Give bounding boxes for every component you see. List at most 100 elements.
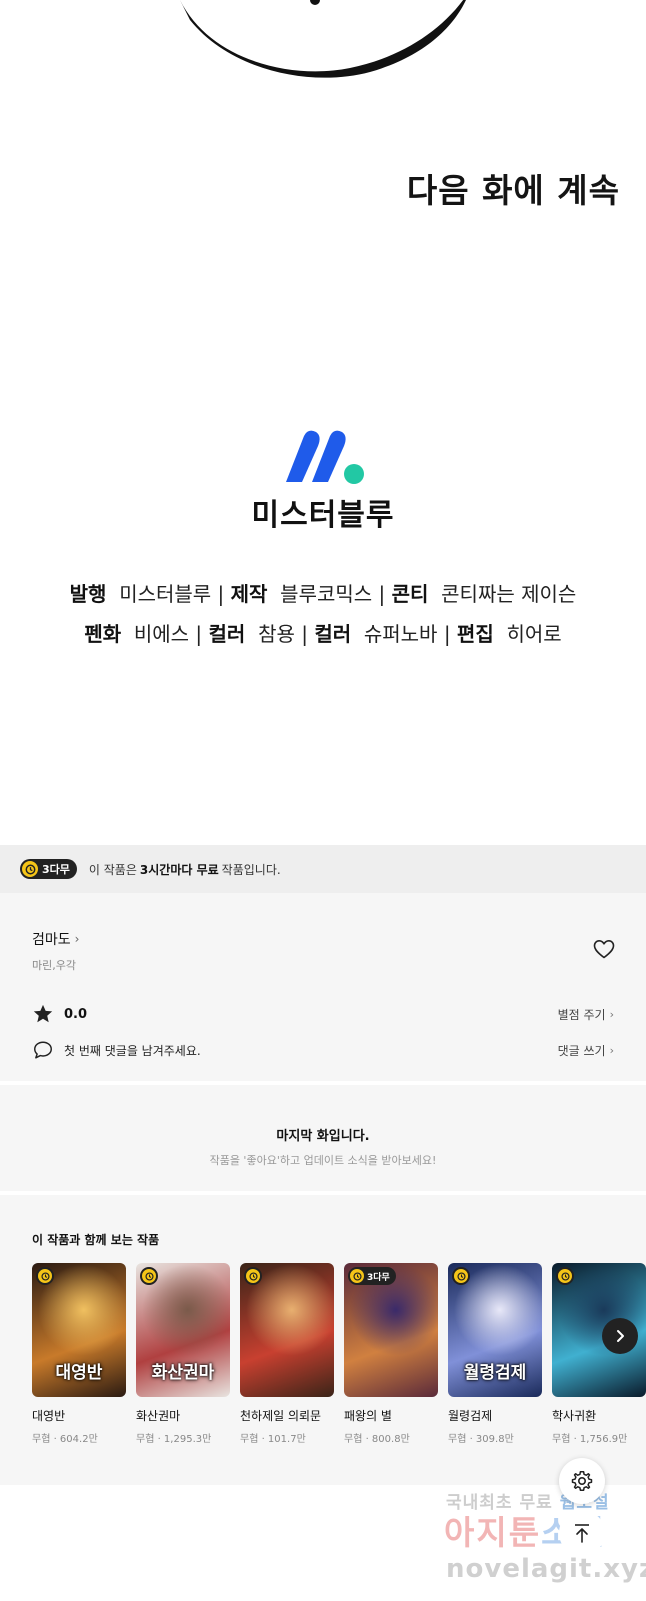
chevron-right-icon: [617, 1330, 624, 1342]
recommendation-card[interactable]: 화산권마 화산권마 무협 · 1,295.3만: [136, 1263, 230, 1445]
cover-title-text: 화산권마: [151, 1363, 215, 1384]
heart-icon[interactable]: [592, 937, 616, 961]
clock-icon: [38, 1269, 52, 1283]
gear-icon: [571, 1471, 593, 1491]
watermark-url: novelagit.xyz: [446, 1554, 646, 1584]
free-every-3-hours-banner: 3다무 이 작품은 3시간마다 무료 작품입니다.: [0, 845, 646, 893]
recommendation-meta: 무협 · 1,295.3만: [136, 1434, 212, 1445]
recommendation-thumbnail: 3다무: [344, 1263, 438, 1397]
credit-role: 제작: [230, 582, 268, 606]
credit-name: 히어로: [506, 622, 562, 646]
recommendation-meta: 무협 · 101.7만: [240, 1434, 306, 1445]
recommendation-meta: 무협 · 1,756.9만: [552, 1434, 628, 1445]
recommendation-card[interactable]: 월령검제 월령검제 무협 · 309.8만: [448, 1263, 542, 1445]
last-episode-title: 마지막 화입니다.: [276, 1129, 370, 1144]
free-badge: [140, 1267, 158, 1285]
recommendation-thumbnail: [240, 1263, 334, 1397]
recommendations-heading: 이 작품과 함께 보는 작품: [32, 1233, 160, 1247]
credit-name: 콘티짜는 제이슨: [441, 582, 577, 606]
credit-name: 슈퍼노바: [363, 622, 438, 646]
clock-icon: [142, 1269, 156, 1283]
free-banner-suffix: 작품입니다.: [221, 862, 281, 877]
clock-icon: [246, 1269, 260, 1283]
free-badge-label: 3다무: [42, 863, 70, 876]
work-title-link[interactable]: 검마도 ›: [32, 929, 79, 949]
recommendation-meta: 무협 · 309.8만: [448, 1434, 514, 1445]
rate-button-label: 별점 주기: [557, 1007, 606, 1022]
credit-role: 펜화: [84, 622, 122, 646]
credits-line-1: 발행 미스터블루 | 제작 블루코믹스 | 콘티 콘티짜는 제이슨: [69, 582, 577, 606]
recommendations-section: 이 작품과 함께 보는 작품 대영반 대영반 무협 · 604.2만 화산권마 화산권마…: [0, 1193, 646, 1485]
cover-title-text: 월령검제: [463, 1363, 527, 1384]
rating-value: 0.0: [64, 1006, 88, 1022]
recommendation-title: 학사귀환: [552, 1409, 597, 1423]
watermark-brand-prefix: 아지툰: [444, 1513, 542, 1552]
carousel-next-button[interactable]: [602, 1318, 638, 1354]
clock-icon: [454, 1269, 468, 1283]
recommendations-carousel[interactable]: 대영반 대영반 무협 · 604.2만 화산권마 화산권마 무협 · 1,295.3만 천하…: [32, 1263, 646, 1453]
credit-name: 비에스: [133, 622, 190, 646]
credits-line-2: 펜화 비에스 | 컬러 참용 | 컬러 슈퍼노바 | 편집 히어로: [84, 622, 562, 646]
comment-icon: [34, 1041, 52, 1059]
recommendation-title: 패왕의 별: [344, 1409, 392, 1423]
recommendation-title: 대영반: [32, 1409, 66, 1423]
recommendation-card[interactable]: 천하제일 의뢰문무협 · 101.7만: [240, 1263, 334, 1445]
last-episode-notice: 마지막 화입니다. 작품을 '좋아요'하고 업데이트 소식을 받아보세요!: [0, 1083, 646, 1191]
clock-icon: [558, 1269, 572, 1283]
comment-row: 첫 번째 댓글을 남겨주세요. 댓글 쓰기 ›: [32, 1039, 614, 1061]
credit-role: 발행: [69, 582, 107, 606]
mrblue-logo-icon: [286, 430, 364, 484]
cover-title-text: 대영반: [55, 1363, 103, 1384]
credit-name: 참용: [258, 622, 295, 646]
credit-name: 미스터블루: [119, 582, 212, 606]
arrow-up-icon: [575, 1524, 589, 1543]
recommendation-card[interactable]: 대영반 대영반 무협 · 604.2만: [32, 1263, 126, 1445]
recommendation-title: 월령검제: [448, 1409, 493, 1423]
recommendation-card[interactable]: 학사귀환무협 · 1,756.9만: [552, 1263, 646, 1445]
work-authors: 마린,우각: [32, 959, 76, 972]
chevron-right-icon: ›: [74, 932, 80, 946]
comment-prompt: 첫 번째 댓글을 남겨주세요.: [64, 1043, 201, 1058]
ink-brush-stroke: [180, 0, 466, 78]
free-badge: [36, 1267, 54, 1285]
recommendation-thumbnail: 대영반: [32, 1263, 126, 1397]
clock-icon: [350, 1269, 364, 1283]
free-banner-highlight: 3시간마다 무료: [139, 862, 219, 877]
work-info-section: 검마도 › 마린,우각 0.0 별점 주기 › 첫 번째 댓글을 남겨주세요. …: [0, 893, 646, 1081]
free-badge: [244, 1267, 262, 1285]
rate-button[interactable]: 별점 주기 ›: [558, 1006, 614, 1023]
recommendation-thumbnail: 월령검제: [448, 1263, 542, 1397]
free-badge: 3다무: [20, 859, 77, 879]
chevron-right-icon: ›: [609, 1043, 614, 1057]
credit-name: 블루코믹스: [280, 582, 373, 606]
credit-role: 컬러: [314, 622, 352, 646]
settings-button[interactable]: [559, 1458, 605, 1504]
chevron-right-icon: ›: [609, 1007, 614, 1021]
write-comment-button[interactable]: 댓글 쓰기 ›: [558, 1042, 614, 1059]
recommendation-card[interactable]: 3다무패왕의 별무협 · 800.8만: [344, 1263, 438, 1445]
comment-prompt-area[interactable]: 첫 번째 댓글을 남겨주세요.: [32, 1039, 201, 1061]
star-icon: [33, 1004, 53, 1023]
credit-role: 콘티: [391, 582, 429, 606]
credit-role: 편집: [456, 622, 494, 646]
comic-end-panel: 다음 화에 계속 미스터블루 발행 미스터블루 | 제작 블루코믹스 | 콘티 …: [0, 0, 646, 845]
scroll-to-top-button[interactable]: [559, 1510, 605, 1556]
credit-role: 컬러: [208, 622, 246, 646]
rating-display: 0.0: [32, 1003, 87, 1025]
free-badge-label: 3다무: [367, 1272, 390, 1283]
recommendation-title: 화산권마: [136, 1409, 181, 1423]
write-comment-label: 댓글 쓰기: [557, 1043, 606, 1058]
rating-row: 0.0 별점 주기 ›: [32, 1003, 614, 1025]
recommendation-title: 천하제일 의뢰문: [240, 1409, 322, 1423]
last-episode-subtitle: 작품을 '좋아요'하고 업데이트 소식을 받아보세요!: [209, 1154, 437, 1167]
recommendation-thumbnail: 화산권마: [136, 1263, 230, 1397]
free-badge: 3다무: [348, 1267, 396, 1285]
free-badge: [452, 1267, 470, 1285]
free-banner-prefix: 이 작품은: [88, 862, 137, 877]
to-be-continued-text: 다음 화에 계속: [406, 171, 620, 210]
work-title: 검마도: [32, 932, 71, 948]
clock-icon: [22, 861, 38, 877]
free-badge: [556, 1267, 574, 1285]
recommendation-meta: 무협 · 800.8만: [344, 1434, 410, 1445]
publisher-name: 미스터블루: [251, 499, 395, 532]
